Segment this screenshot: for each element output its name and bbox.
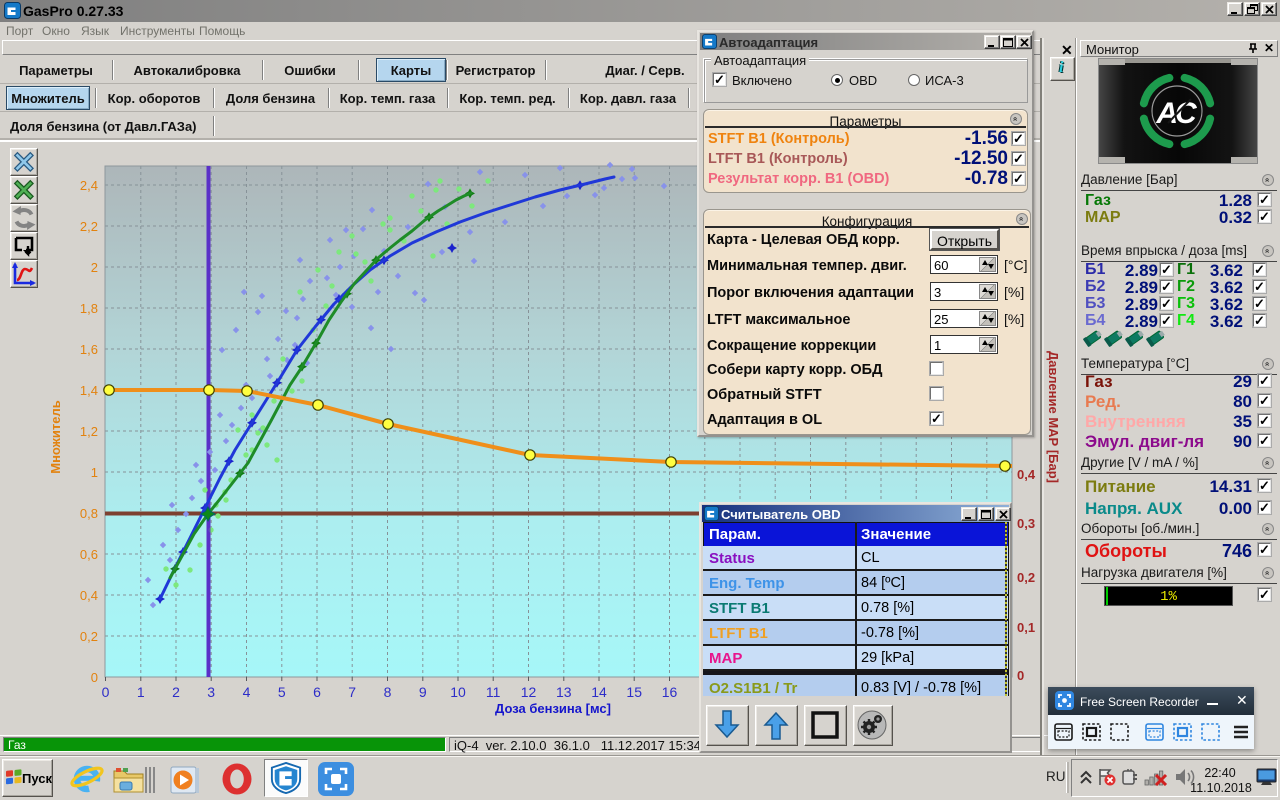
svg-text:11: 11 xyxy=(486,684,501,700)
svg-text:13: 13 xyxy=(556,684,572,700)
svg-text:1,6: 1,6 xyxy=(80,342,98,357)
svg-text:2: 2 xyxy=(172,684,180,700)
svg-text:3: 3 xyxy=(207,684,215,700)
svg-text:0: 0 xyxy=(91,670,98,685)
svg-text:10: 10 xyxy=(450,684,466,700)
svg-text:8: 8 xyxy=(384,684,392,700)
svg-text:0,1: 0,1 xyxy=(1017,620,1035,635)
svg-text:0,2: 0,2 xyxy=(80,629,98,644)
svg-text:6: 6 xyxy=(313,684,321,700)
svg-text:5: 5 xyxy=(278,684,286,700)
svg-text:9: 9 xyxy=(419,684,427,700)
svg-text:16: 16 xyxy=(662,684,678,700)
svg-text:2,4: 2,4 xyxy=(80,178,98,193)
svg-text:0,3: 0,3 xyxy=(1017,516,1035,531)
svg-text:0: 0 xyxy=(102,684,110,700)
svg-text:1,2: 1,2 xyxy=(80,424,98,439)
svg-text:1,8: 1,8 xyxy=(80,301,98,316)
svg-text:0,8: 0,8 xyxy=(80,506,98,521)
svg-text:1: 1 xyxy=(137,684,145,700)
svg-text:12: 12 xyxy=(521,684,537,700)
svg-text:0: 0 xyxy=(1017,668,1024,683)
svg-text:0,4: 0,4 xyxy=(80,588,98,603)
svg-text:1,4: 1,4 xyxy=(80,383,98,398)
svg-text:Доза бензина [мс]: Доза бензина [мс] xyxy=(495,701,611,716)
svg-text:14: 14 xyxy=(591,684,607,700)
svg-text:0,6: 0,6 xyxy=(80,547,98,562)
svg-text:0,2: 0,2 xyxy=(1017,570,1035,585)
svg-text:0,4: 0,4 xyxy=(1017,467,1036,482)
svg-text:Множитель: Множитель xyxy=(48,400,63,474)
svg-text:1: 1 xyxy=(91,465,98,480)
svg-text:7: 7 xyxy=(348,684,356,700)
svg-text:4: 4 xyxy=(243,684,251,700)
svg-text:2,2: 2,2 xyxy=(80,219,98,234)
svg-text:15: 15 xyxy=(626,684,642,700)
svg-text:Давление МАР [Бар]: Давление МАР [Бар] xyxy=(1046,351,1061,483)
svg-text:2: 2 xyxy=(91,260,98,275)
